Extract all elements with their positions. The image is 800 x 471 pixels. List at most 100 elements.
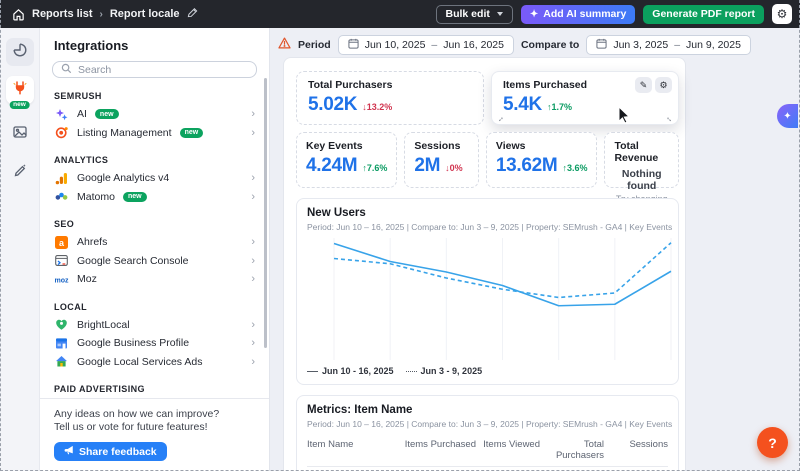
help-button[interactable]: ? (757, 427, 788, 458)
chevron-right-icon: › (251, 337, 259, 349)
bulk-edit-button[interactable]: Bulk edit (436, 5, 513, 24)
generate-pdf-button[interactable]: Generate PDF report (643, 5, 764, 24)
metric-delta: ↓0% (445, 163, 463, 173)
report-title: Report locale (110, 8, 180, 20)
integrations-sidebar: Integrations SEMRUSHAInew›Listing Manage… (40, 28, 270, 471)
metric-delta: ↓13.2% (362, 102, 392, 112)
breadcrumb-reports-list[interactable]: Reports list (32, 8, 93, 20)
chart-title: New Users (307, 207, 668, 219)
sidebar-item-matomo[interactable]: Matomonew› (54, 188, 259, 207)
edit-widget-button[interactable]: ✎ (635, 77, 652, 93)
integrations-plug-icon (12, 80, 28, 101)
listing-management-icon (54, 126, 69, 139)
metric-card-sessions[interactable]: Sessions 2M ↓0% (404, 132, 479, 188)
megaphone-icon (64, 445, 74, 458)
sidebar-item-moz[interactable]: mozMoz› (54, 270, 259, 289)
new-badge: new (95, 109, 119, 119)
metric-value: 13.62M (496, 155, 558, 177)
chart-subtitle: Period: Jun 10 – 16, 2025 | Compare to: … (307, 222, 673, 232)
sidebar-item-ahrefs[interactable]: aAhrefs› (54, 233, 259, 252)
metric-title: Sessions (414, 140, 469, 152)
period-bar: Period Jun 10, 2025 – Jun 16, 2025 Compa… (278, 35, 800, 55)
compare-end: Jun 9, 2025 (686, 39, 741, 51)
empty-state-title: Nothing found (614, 168, 669, 192)
rail-item-media[interactable] (6, 120, 34, 148)
metric-delta: ↑3.6% (562, 163, 587, 173)
google-search-console-icon (54, 254, 69, 267)
period-end: Jun 16, 2025 (443, 39, 504, 51)
top-bar-actions: Bulk edit ✦ Add AI summary Generate PDF … (436, 4, 792, 24)
table-subtitle: Period: Jun 10 – 16, 2025 | Compare to: … (307, 419, 673, 429)
feedback-box: Any ideas on how we can improve? Tell us… (40, 398, 269, 471)
sidebar-search[interactable] (52, 61, 257, 78)
ai-assistant-fab[interactable]: ✦ (777, 104, 798, 128)
sidebar-item-google-local-services-ads[interactable]: Google Local Services Ads› (54, 353, 259, 372)
column-header[interactable]: Sessions (604, 439, 668, 461)
dashed-line-swatch (406, 371, 417, 372)
sidebar-item-brightlocal[interactable]: BrightLocal› (54, 316, 259, 335)
metric-card-total-revenue[interactable]: Total Revenue Nothing found Try changing… (604, 132, 679, 188)
sidebar-item-google-analytics-v4[interactable]: Google Analytics v4› (54, 169, 259, 188)
chevron-right-icon: › (251, 273, 259, 285)
search-input[interactable] (78, 64, 248, 76)
new-users-chart-widget[interactable]: New Users Period: Jun 10 – 16, 2025 | Co… (296, 198, 679, 385)
calendar-icon (596, 38, 607, 52)
column-header[interactable]: Items Purchased (384, 439, 476, 461)
rail-item-annotations[interactable] (6, 158, 34, 186)
sparkle-icon: ✦ (530, 9, 538, 20)
metric-card-items-purchased[interactable]: Items Purchased 5.4K ↑1.7% ✎ ⚙ ↔ ↔ (491, 71, 679, 125)
legend-current-period[interactable]: Jun 10 - 16, 2025 (307, 366, 394, 376)
sidebar-section-label: PAID ADVERTISING (54, 384, 259, 394)
table-row[interactable]: trial 4.95K ↑0.3% 0 0% 4.93K ↓0.1% (307, 467, 668, 471)
sparkle-icon: ✦ (783, 111, 791, 122)
report-builder-app: Reports list › Report locale Bulk edit ✦… (0, 0, 800, 471)
line-chart[interactable]: 120K100K80K60KJun 10Jun 11Jun 12Jun 13Ju… (307, 232, 679, 360)
sidebar-item-ai[interactable]: AInew› (54, 105, 259, 124)
pencil-wand-icon (12, 162, 28, 183)
compare-date-picker[interactable]: Jun 3, 2025 – Jun 9, 2025 (586, 35, 751, 55)
metric-value: 2M (414, 155, 440, 177)
sidebar-item-listing-management[interactable]: Listing Managementnew› (54, 124, 259, 143)
edit-title-icon[interactable] (187, 5, 198, 23)
settings-gear-button[interactable]: ⚙ (772, 4, 792, 24)
period-label: Period (298, 39, 331, 51)
metrics-table: Item Name Items Purchased Items Viewed T… (307, 435, 668, 471)
column-header[interactable]: Items Viewed (476, 439, 540, 461)
sidebar-item-google-business-profile[interactable]: Google Business Profile› (54, 334, 259, 353)
add-ai-summary-button[interactable]: ✦ Add AI summary (521, 5, 635, 24)
metric-card-views[interactable]: Views 13.62M ↑3.6% (486, 132, 598, 188)
rail-new-badge: new (9, 101, 30, 110)
sidebar-item-label: Moz (77, 273, 97, 285)
period-date-picker[interactable]: Jun 10, 2025 – Jun 16, 2025 (338, 35, 514, 55)
chevron-right-icon: › (251, 319, 259, 331)
item-name-table-widget[interactable]: Metrics: Item Name Period: Jun 10 – 16, … (296, 395, 679, 471)
chevron-down-icon (497, 12, 503, 16)
widget-settings-button[interactable]: ⚙ (655, 77, 672, 93)
legend-compare-period[interactable]: Jun 3 - 9, 2025 (406, 366, 483, 376)
share-feedback-button[interactable]: Share feedback (54, 442, 167, 461)
breadcrumb: Reports list › Report locale (8, 5, 198, 23)
sidebar-section-label: SEMRUSH (54, 91, 259, 101)
sidebar-item-google-search-console[interactable]: Google Search Console› (54, 252, 259, 271)
sidebar-item-label: Listing Management (77, 127, 172, 139)
metric-card-total-purchasers[interactable]: Total Purchasers 5.02K ↓13.2% (296, 71, 484, 125)
widget-hover-actions: ✎ ⚙ (635, 77, 672, 93)
chevron-right-icon: › (251, 191, 259, 203)
column-header[interactable]: Item Name (307, 439, 384, 461)
sidebar-item-label: Google Search Console (77, 255, 189, 267)
compare-to-label: Compare to (521, 39, 579, 51)
sidebar-item-label: Matomo (77, 191, 115, 203)
new-badge: new (180, 128, 204, 138)
image-icon (12, 124, 28, 145)
top-bar: Reports list › Report locale Bulk edit ✦… (0, 0, 800, 28)
metric-title: Views (496, 140, 588, 152)
rail-item-integrations[interactable]: new (6, 76, 34, 104)
metric-delta: ↑7.6% (362, 163, 387, 173)
metric-title: Total Revenue (614, 140, 669, 164)
column-header[interactable]: Total Purchasers (540, 439, 604, 461)
sidebar-item-label: Google Analytics v4 (77, 172, 169, 184)
home-icon[interactable] (12, 8, 25, 21)
metric-card-key-events[interactable]: Key Events 4.24M ↑7.6% (296, 132, 397, 188)
rail-item-widgets[interactable] (6, 38, 34, 66)
sidebar-scrollbar[interactable] (264, 78, 267, 348)
